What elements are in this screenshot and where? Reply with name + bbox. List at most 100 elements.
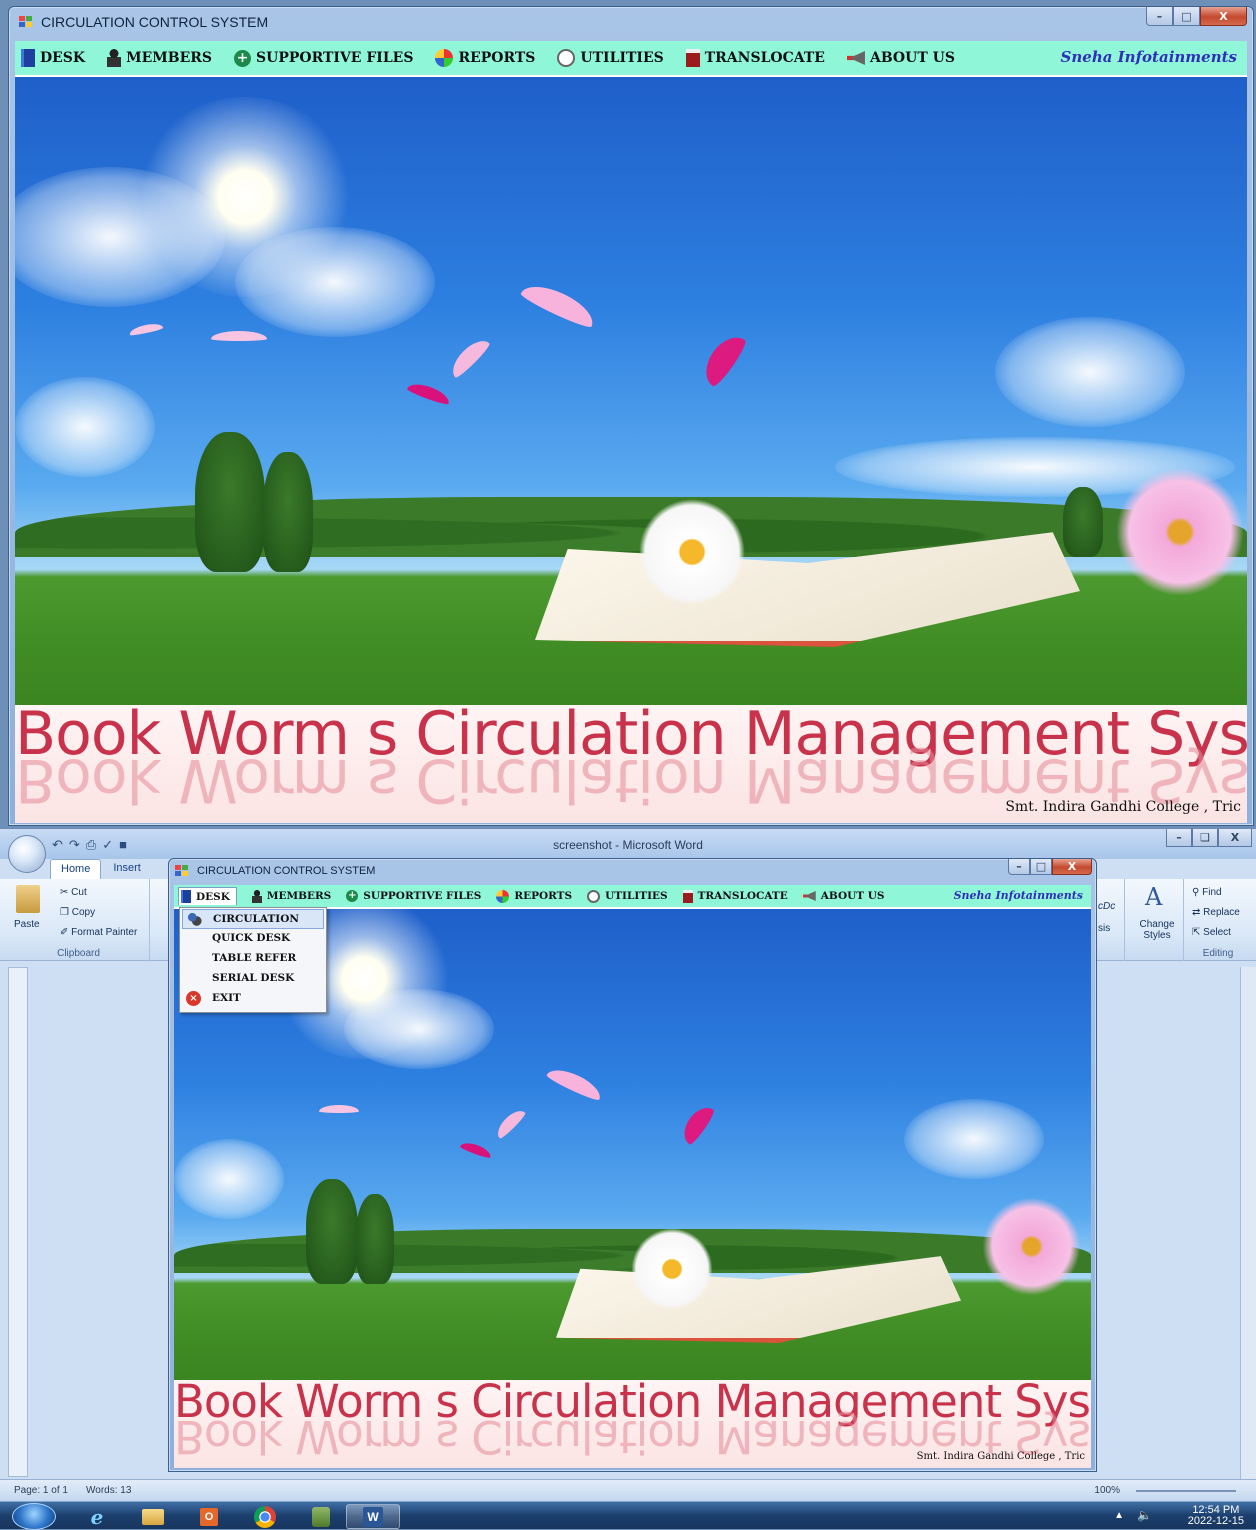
menu-supportive-files-label: SUPPORTIVE FILES [256, 50, 413, 66]
zoom-slider[interactable] [1136, 1490, 1236, 1492]
menu-utilities[interactable]: UTILITIES [557, 49, 663, 67]
person-icon [252, 890, 262, 903]
menu-about-us-label: ABOUT US [821, 890, 885, 902]
petal-image [319, 1105, 359, 1113]
style-gallery-partial[interactable]: cDc [1098, 901, 1115, 912]
menu-item-circulation[interactable]: CIRCULATION [182, 909, 324, 929]
clock-date: 2022-12-15 [1188, 1516, 1244, 1527]
tree-image [195, 432, 265, 572]
menu-about-us[interactable]: ABOUT US [803, 890, 885, 902]
menu-translocate-label: TRANSLOCATE [698, 890, 788, 902]
style-gallery-partial-2[interactable]: sis [1098, 923, 1110, 934]
menu-desk-open[interactable]: DESK [178, 887, 237, 905]
installer-icon[interactable] [294, 1504, 348, 1529]
overlay-menubar: DESK MEMBERS + SUPPORTIVE FILES REPORTS … [174, 885, 1091, 907]
page-count[interactable]: Page: 1 of 1 [14, 1485, 68, 1496]
find-button[interactable]: ⚲ Find [1192, 887, 1222, 898]
petal-image [406, 380, 451, 406]
menu-supportive-files[interactable]: + SUPPORTIVE FILES [234, 50, 413, 67]
document-icon [683, 890, 693, 903]
menu-item-quick-desk[interactable]: QUICK DESK [182, 929, 324, 949]
minimize-button[interactable]: – [1146, 7, 1173, 26]
word-title: screenshot - Microsoft Word [0, 838, 1256, 852]
daisy-flower-image [627, 497, 757, 607]
close-button[interactable]: X [1200, 7, 1247, 26]
menu-members-label: MEMBERS [267, 890, 331, 902]
petal-image [459, 1140, 492, 1159]
vertical-scrollbar[interactable] [1240, 967, 1256, 1487]
app-titlebar[interactable]: CIRCULATION CONTROL SYSTEM [9, 7, 1253, 37]
replace-button[interactable]: ⇄ Replace [1192, 907, 1240, 918]
styles-group: A Change Styles [1124, 879, 1184, 961]
word-close-button[interactable]: X [1218, 829, 1252, 847]
overlay-close-button[interactable]: X [1052, 859, 1092, 875]
system-clock[interactable]: 12:54 PM 2022-12-15 [1188, 1505, 1244, 1527]
megaphone-icon [803, 891, 816, 901]
word-minimize-button[interactable]: – [1166, 829, 1192, 847]
chrome-icon[interactable] [238, 1504, 292, 1529]
cloud-image [15, 167, 225, 307]
menu-utilities[interactable]: UTILITIES [587, 890, 668, 903]
internet-explorer-icon[interactable]: e [70, 1504, 124, 1529]
menu-reports-label: REPORTS [514, 890, 572, 902]
menu-translocate-label: TRANSLOCATE [705, 50, 825, 66]
menu-translocate[interactable]: TRANSLOCATE [683, 890, 788, 903]
overlay-titlebar[interactable]: CIRCULATION CONTROL SYSTEM [169, 859, 1096, 883]
ribbon-tabs: Home Insert [50, 859, 151, 879]
brush-icon: ✐ [60, 927, 68, 938]
tab-home[interactable]: Home [50, 859, 101, 879]
copy-button[interactable]: ❐ Copy [60, 907, 95, 918]
tab-insert[interactable]: Insert [103, 859, 151, 879]
change-styles-icon[interactable]: A [1145, 883, 1162, 911]
cloud-image [344, 989, 494, 1069]
user-group-icon [187, 912, 202, 927]
college-name: Smt. Indira Gandhi College , Tric [1005, 799, 1241, 815]
menu-reports[interactable]: REPORTS [496, 890, 572, 903]
zoom-level[interactable]: 100% [1094, 1485, 1120, 1496]
menu-reports[interactable]: REPORTS [435, 49, 535, 67]
word-window-controls: – ❏ X [1166, 829, 1252, 847]
select-button[interactable]: ⇱ Select [1192, 927, 1231, 938]
menu-members[interactable]: MEMBERS [252, 890, 331, 903]
menu-about-us[interactable]: ABOUT US [847, 50, 955, 66]
menu-item-serial-desk[interactable]: SERIAL DESK [182, 969, 324, 989]
word-icon[interactable]: W [346, 1504, 400, 1529]
cursor-icon: ⇱ [1192, 927, 1200, 938]
window-controls: – □ X [1146, 7, 1247, 26]
menu-translocate[interactable]: TRANSLOCATE [686, 49, 825, 67]
change-styles-button[interactable]: Change Styles [1133, 919, 1181, 941]
overlay-minimize-button[interactable]: – [1008, 859, 1030, 875]
petal-image [678, 1102, 717, 1147]
petal-image [129, 322, 164, 337]
background-scene: Book Worm s Circulation Management Syste… [15, 77, 1247, 823]
maximize-button[interactable]: □ [1173, 7, 1200, 26]
paste-icon[interactable] [16, 885, 40, 913]
menu-supportive-files[interactable]: + SUPPORTIVE FILES [346, 890, 481, 902]
app-title: CIRCULATION CONTROL SYSTEM [41, 14, 268, 30]
document-icon [686, 49, 700, 67]
menu-item-exit[interactable]: × EXIT [182, 989, 324, 1009]
start-button[interactable] [12, 1503, 56, 1530]
menu-item-table-refer[interactable]: TABLE REFER [182, 949, 324, 969]
cut-button[interactable]: ✂ Cut [60, 887, 87, 898]
overlay-maximize-button[interactable]: □ [1030, 859, 1052, 875]
title-banner: Book Worm s Circulation Management Syste… [174, 1380, 1091, 1468]
volume-icon[interactable]: 🔈 [1137, 1508, 1152, 1522]
word-restore-button[interactable]: ❏ [1192, 829, 1218, 847]
menu-desk[interactable]: DESK [21, 49, 85, 67]
petal-image [446, 334, 491, 379]
word-count[interactable]: Words: 13 [86, 1485, 131, 1496]
paste-button[interactable]: Paste [14, 919, 40, 930]
file-explorer-icon[interactable] [126, 1504, 180, 1529]
format-painter-button[interactable]: ✐ Format Painter [60, 927, 137, 938]
outlook-icon[interactable]: O [182, 1504, 236, 1529]
menu-members[interactable]: MEMBERS [107, 49, 212, 67]
select-label: Select [1203, 927, 1231, 938]
editing-group-label: Editing [1186, 948, 1250, 959]
word-titlebar[interactable]: ↶ ↷ ⎙ ✓ ■ screenshot - Microsoft Word – … [0, 829, 1256, 859]
menu-item-table-refer-label: TABLE REFER [212, 952, 296, 964]
menu-about-us-label: ABOUT US [870, 50, 955, 66]
menu-reports-label: REPORTS [458, 50, 535, 66]
tray-arrow-icon[interactable]: ▲ [1114, 1510, 1124, 1521]
cloud-image [995, 317, 1185, 427]
